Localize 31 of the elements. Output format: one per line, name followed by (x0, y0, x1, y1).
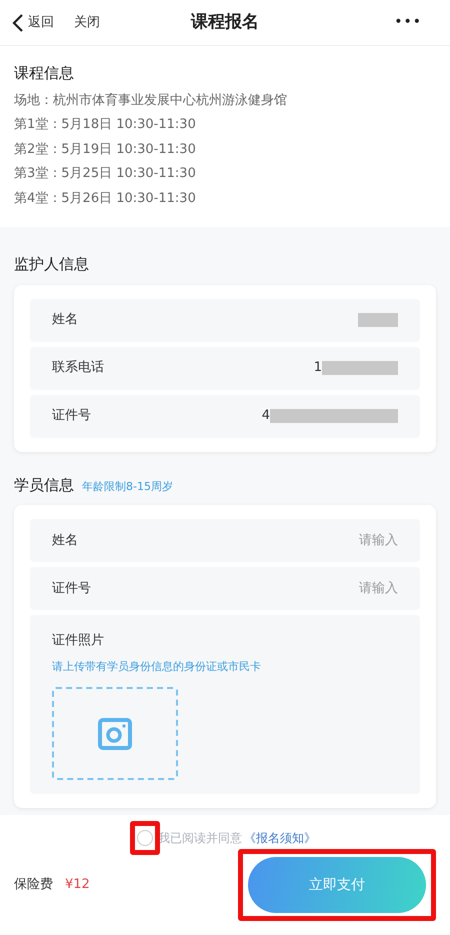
section-title: 课程信息 (14, 63, 75, 84)
info-text: 第1堂：5月18日 10:30-11:30 (14, 116, 197, 134)
field-label: 姓名 (52, 311, 78, 330)
fee-amount: ¥12 (65, 876, 90, 894)
chevron-left-icon (12, 14, 24, 32)
age-note: 年龄限制8-15周岁 (82, 478, 173, 494)
field-label: 姓名 (52, 532, 78, 550)
field-value: 4 (262, 407, 270, 426)
input-field[interactable]: 请输入 (278, 530, 398, 550)
section-title: 监护人信息 (14, 254, 90, 275)
terms-link[interactable]: 《报名须知》 (244, 829, 316, 847)
hint-text: 请上传带有学员身份信息的身份证或市民卡 (52, 658, 262, 674)
back-button[interactable]: 返回 (12, 12, 54, 32)
info-text: 场地：杭州市体育事业发展中心杭州游泳健身馆 (14, 92, 288, 110)
field-label: 证件号 (52, 407, 91, 426)
upload-area[interactable] (52, 687, 178, 780)
field-label: 证件照片 (52, 632, 105, 650)
input-field[interactable]: 请输入 (278, 578, 398, 598)
info-text: 第2堂：5月19日 10:30-11:30 (14, 140, 197, 158)
close-button[interactable]: 关闭 (74, 12, 100, 32)
fee-label: 保险费 (14, 876, 53, 894)
field-value: 1 (314, 359, 322, 378)
page-title: 课程报名 (191, 10, 259, 34)
info-text: 第4堂：5月26日 10:30-11:30 (14, 190, 197, 208)
info-text: 第3堂：5月25日 10:30-11:30 (14, 165, 197, 183)
more-button[interactable]: ••• (394, 12, 422, 33)
field-label: 证件号 (52, 580, 91, 598)
section-title: 学员信息 (14, 474, 74, 496)
field-label: 联系电话 (52, 359, 104, 378)
checkbox[interactable] (137, 830, 153, 846)
camera-icon (98, 718, 132, 750)
